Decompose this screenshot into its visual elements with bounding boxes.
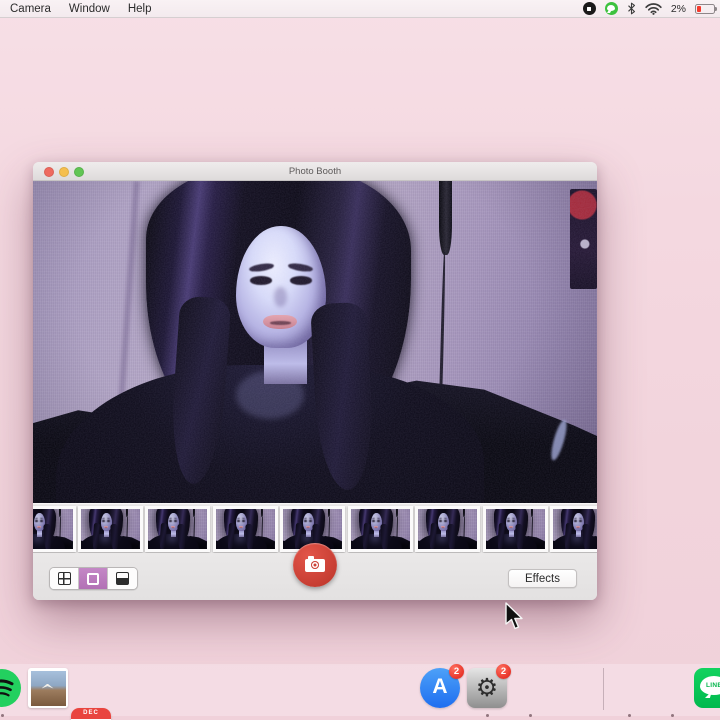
running-indicator [486, 714, 489, 717]
four-up-view-button[interactable] [50, 568, 79, 589]
photo-thumbnail[interactable] [550, 506, 597, 552]
calendar-month: DEC [71, 708, 111, 719]
landscape-photo-icon [31, 671, 66, 706]
view-mode-switcher [49, 567, 138, 590]
running-indicator [1, 714, 4, 717]
single-frame-icon [87, 573, 99, 585]
dock-item-image-preview[interactable] [28, 668, 68, 708]
menu-help[interactable]: Help [128, 0, 152, 18]
menu-bar: Camera Window Help 2% [0, 0, 720, 18]
photo-thumbnail[interactable] [78, 506, 143, 552]
battery-percent: 2% [671, 3, 686, 15]
line-bubble-icon: LINE [700, 676, 720, 695]
app-store-a-icon: A [432, 675, 447, 698]
line-messenger-icon[interactable] [605, 2, 618, 15]
photo-thumbnail[interactable] [483, 506, 548, 552]
running-indicator [628, 714, 631, 717]
effects-button[interactable]: Effects [508, 569, 577, 588]
window-titlebar[interactable]: Photo Booth [33, 162, 597, 181]
battery-icon[interactable] [695, 4, 715, 14]
mouse-cursor [505, 602, 529, 632]
camera-preview [33, 181, 597, 503]
menu-window[interactable]: Window [69, 0, 110, 18]
dock-separator [603, 668, 604, 710]
controls-bar: Effects [33, 553, 597, 600]
take-photo-button[interactable] [293, 543, 337, 587]
photo-thumbnail[interactable] [213, 506, 278, 552]
burst-view-button[interactable] [108, 568, 137, 589]
menu-camera[interactable]: Camera [10, 0, 51, 18]
menu-items: Camera Window Help [0, 0, 151, 18]
photo-thumbnail[interactable] [348, 506, 413, 552]
notification-badge: 2 [449, 664, 464, 679]
bluetooth-icon[interactable] [627, 2, 636, 15]
film-strip-icon [116, 572, 129, 585]
camera-icon [305, 559, 325, 572]
four-up-grid-icon [58, 572, 71, 585]
wifi-icon[interactable] [645, 3, 662, 15]
status-icons: 2% [583, 2, 720, 15]
photo-thumbnail[interactable] [415, 506, 480, 552]
single-photo-view-button[interactable] [79, 568, 108, 589]
desktop: Camera Window Help 2% Photo Boo [0, 0, 720, 720]
photo-booth-window: Photo Booth [33, 162, 597, 600]
webcam-image [33, 181, 597, 503]
dock-item-calendar[interactable]: DEC 24 [71, 708, 111, 720]
dock-item-line[interactable]: LINE [694, 668, 720, 708]
running-indicator [671, 714, 674, 717]
spotify-icon [0, 668, 22, 708]
dock-item-app-store[interactable]: A 2 [420, 668, 460, 708]
screen-recording-stop-icon[interactable] [583, 2, 596, 15]
dock: DEC 24 ••• ♫ A 2 ⚙ [0, 660, 720, 720]
window-title: Photo Booth [33, 162, 597, 181]
gear-icon: ⚙ [476, 674, 498, 702]
dock-item-spotify[interactable] [0, 668, 22, 708]
photo-thumbnail[interactable] [33, 506, 76, 552]
photo-thumbnail[interactable] [145, 506, 210, 552]
notification-badge: 2 [496, 664, 511, 679]
running-indicator [529, 714, 532, 717]
dock-item-system-preferences[interactable]: ⚙ 2 [467, 668, 507, 708]
